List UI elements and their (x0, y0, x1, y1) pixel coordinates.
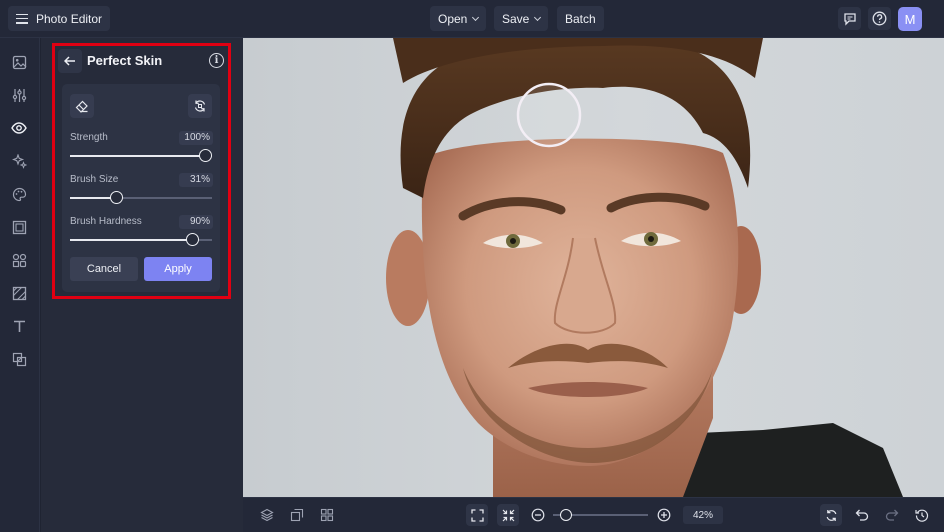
zoom-slider-thumb[interactable] (560, 509, 572, 521)
text-icon[interactable] (9, 316, 29, 336)
actual-size-button[interactable] (497, 504, 519, 526)
highlight-frame (52, 43, 231, 299)
graphics-icon[interactable] (9, 250, 29, 270)
help-button[interactable] (868, 7, 891, 30)
open-label: Open (438, 11, 468, 26)
texture-icon[interactable] (9, 283, 29, 303)
open-button[interactable]: Open (430, 6, 487, 31)
sparkle-icon[interactable] (9, 151, 29, 171)
fit-screen-button[interactable] (466, 504, 488, 526)
history-icon[interactable] (912, 505, 932, 525)
layers-icon[interactable] (257, 505, 277, 525)
adjust-icon[interactable] (9, 85, 29, 105)
undo-icon[interactable] (852, 505, 872, 525)
zoom-level[interactable]: 42% (683, 506, 723, 524)
overlay-icon[interactable] (9, 349, 29, 369)
tool-rail (0, 38, 40, 532)
help-icon (872, 11, 887, 26)
batch-label: Batch (565, 11, 596, 26)
comments-button[interactable] (838, 7, 861, 30)
zoom-out-icon[interactable] (528, 505, 548, 525)
rotate-icon (826, 509, 836, 521)
zoom-in-icon[interactable] (654, 505, 674, 525)
compare-icon[interactable] (287, 505, 307, 525)
avatar[interactable]: M (898, 7, 922, 31)
rotate-button[interactable] (820, 504, 842, 526)
menu-button[interactable]: Photo Editor (8, 6, 111, 31)
eye-icon[interactable] (9, 118, 29, 138)
frame-icon[interactable] (9, 217, 29, 237)
save-button[interactable]: Save (494, 6, 549, 31)
comment-icon (843, 12, 856, 26)
collapse-icon (502, 509, 514, 521)
image-icon[interactable] (9, 52, 29, 72)
portrait-photo (386, 38, 903, 497)
grid-icon[interactable] (317, 505, 337, 525)
expand-icon (470, 508, 484, 522)
chevron-down-icon (534, 13, 542, 21)
app-title: Photo Editor (36, 11, 103, 26)
save-label: Save (502, 11, 530, 26)
hamburger-icon (16, 13, 28, 24)
photo-canvas[interactable] (243, 38, 944, 497)
chevron-down-icon (472, 13, 480, 21)
redo-icon[interactable] (882, 505, 902, 525)
batch-button[interactable]: Batch (557, 6, 604, 31)
palette-icon[interactable] (9, 184, 29, 204)
